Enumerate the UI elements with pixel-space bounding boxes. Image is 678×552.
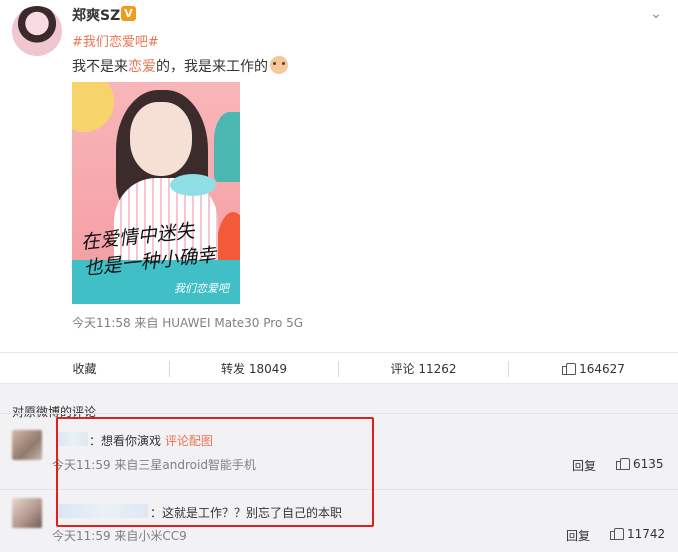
content-highlight-link[interactable]: 恋爱 bbox=[128, 59, 156, 75]
image-stamp: 我们恋爱吧 bbox=[174, 282, 229, 295]
like-count: 164627 bbox=[579, 362, 625, 376]
post-image[interactable]: 在爱情中迷失 也是一种小确幸 我们恋爱吧 bbox=[72, 82, 240, 304]
image-decoration bbox=[72, 82, 114, 132]
thumbs-up-icon bbox=[562, 362, 577, 375]
comment-like-count: 6135 bbox=[633, 457, 664, 471]
comment-like-count: 11742 bbox=[627, 527, 666, 541]
user-avatar[interactable] bbox=[12, 6, 62, 56]
comment-button[interactable]: 评论 11262 bbox=[339, 353, 508, 385]
username[interactable]: 郑爽SZ bbox=[72, 5, 120, 25]
cat-emoji-icon bbox=[270, 56, 288, 74]
post-content: 我不是来恋爱的，我是来工作的 bbox=[72, 56, 288, 76]
highlight-box bbox=[56, 417, 374, 527]
content-text-before: 我不是来 bbox=[72, 59, 128, 75]
commenter-avatar[interactable] bbox=[12, 430, 42, 460]
chevron-down-icon[interactable]: ⌄ bbox=[648, 6, 664, 22]
thumbs-up-icon bbox=[610, 527, 624, 540]
image-figure-face bbox=[130, 102, 192, 176]
collect-button[interactable]: 收藏 bbox=[0, 353, 169, 385]
like-button[interactable]: 164627 bbox=[509, 353, 678, 385]
content-text-after: 的，我是来工作的 bbox=[156, 59, 268, 75]
hashtag-link[interactable]: #我们恋爱吧# bbox=[72, 31, 159, 50]
verified-badge-icon: V bbox=[121, 6, 136, 21]
repost-button[interactable]: 转发 18049 bbox=[170, 353, 338, 385]
action-bar: 收藏 转发 18049 评论 11262 164627 bbox=[0, 352, 678, 384]
comment-like-button[interactable]: 11742 bbox=[610, 527, 665, 541]
comment-like-button[interactable]: 6135 bbox=[616, 457, 664, 471]
comment-meta: 今天11:59 来自小米CC9 bbox=[52, 529, 187, 543]
reply-button[interactable]: 回复 bbox=[572, 457, 596, 474]
post-meta: 今天11:58 来自 HUAWEI Mate30 Pro 5G bbox=[72, 316, 304, 330]
image-figure-bow bbox=[170, 174, 216, 196]
divider bbox=[0, 413, 678, 414]
image-decoration bbox=[214, 112, 240, 182]
weibo-post: 郑爽SZ V ⌄ #我们恋爱吧# 我不是来恋爱的，我是来工作的 在爱情中迷失 也… bbox=[0, 0, 678, 352]
commenter-avatar[interactable] bbox=[12, 498, 42, 528]
reply-button[interactable]: 回复 bbox=[566, 527, 590, 544]
thumbs-up-icon bbox=[616, 457, 630, 470]
